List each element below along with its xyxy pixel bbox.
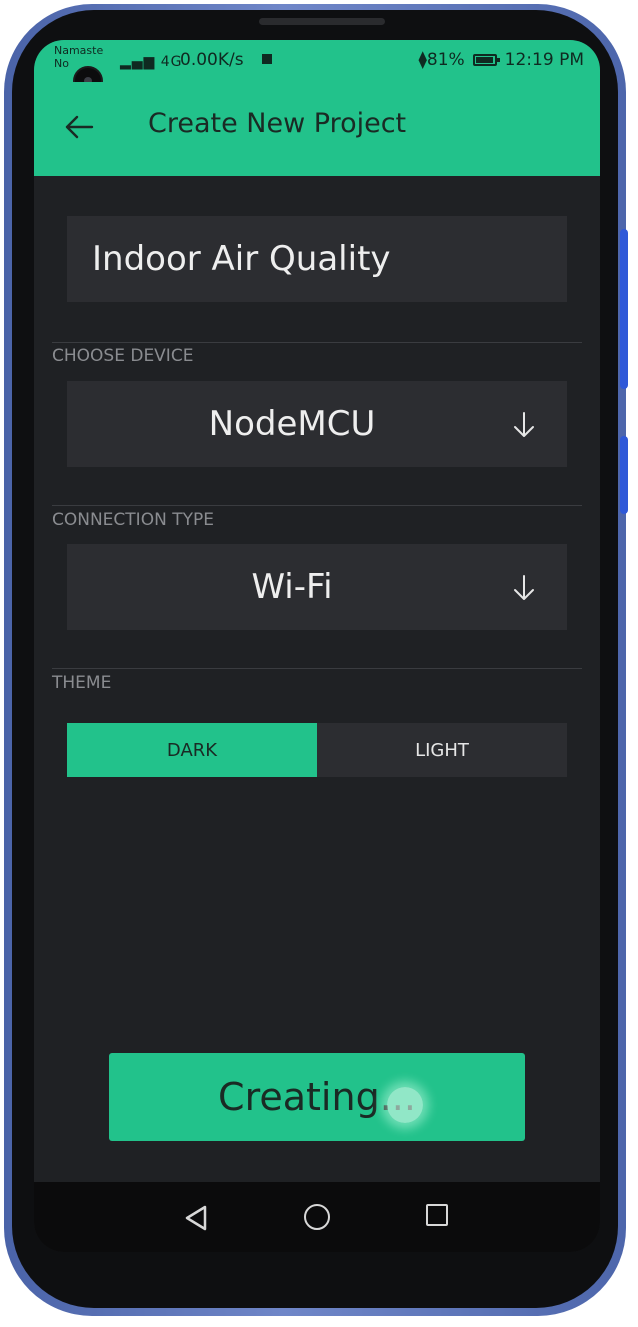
theme-light-option[interactable]: LIGHT [317, 723, 567, 777]
nav-home-icon[interactable] [304, 1204, 330, 1230]
notification-icon [262, 54, 272, 64]
divider [52, 342, 582, 343]
theme-label: THEME [52, 673, 112, 693]
status-right: ⧫81% 12:19 PM [418, 50, 584, 70]
create-project-button[interactable]: Creating... [109, 1053, 525, 1141]
project-name-input[interactable]: Indoor Air Quality [67, 216, 567, 302]
net-speed: 0.00K/s [180, 50, 244, 70]
page-title: Create New Project [148, 108, 407, 139]
theme-dark-option[interactable]: DARK [67, 723, 317, 777]
create-button-label: Creating... [218, 1075, 416, 1119]
arrow-left-icon[interactable] [62, 110, 96, 144]
choose-device-label: CHOOSE DEVICE [52, 346, 194, 366]
device-value: NodeMCU [208, 404, 376, 444]
connection-type-label: CONNECTION TYPE [52, 510, 214, 530]
volume-button [620, 229, 628, 389]
arrow-down-icon [514, 412, 534, 437]
system-nav-bar [34, 1182, 600, 1252]
nav-back-icon[interactable] [183, 1204, 209, 1232]
connection-select[interactable]: Wi-Fi [67, 544, 567, 630]
phone-screen: Namaste No ▂▄▆ 4G 0.00K/s ⧫81% 12:19 PM … [34, 40, 600, 1252]
battery-percent: ⧫81% [418, 50, 465, 70]
battery-icon [472, 54, 500, 66]
arrow-down-icon [514, 575, 534, 600]
connection-value: Wi-Fi [251, 567, 333, 607]
nav-recents-icon[interactable] [426, 1204, 448, 1226]
device-select[interactable]: NodeMCU [67, 381, 567, 467]
app-bar: Create New Project [34, 82, 600, 176]
theme-toggle: DARK LIGHT [67, 723, 567, 777]
divider [52, 505, 582, 506]
clock: 12:19 PM [504, 50, 584, 70]
status-bar: Namaste No ▂▄▆ 4G 0.00K/s ⧫81% 12:19 PM [34, 40, 600, 96]
signal-icon: ▂▄▆ 4G [120, 54, 183, 70]
earpiece-speaker [259, 18, 385, 25]
touch-ripple [387, 1087, 423, 1123]
power-button [620, 436, 628, 514]
divider [52, 668, 582, 669]
